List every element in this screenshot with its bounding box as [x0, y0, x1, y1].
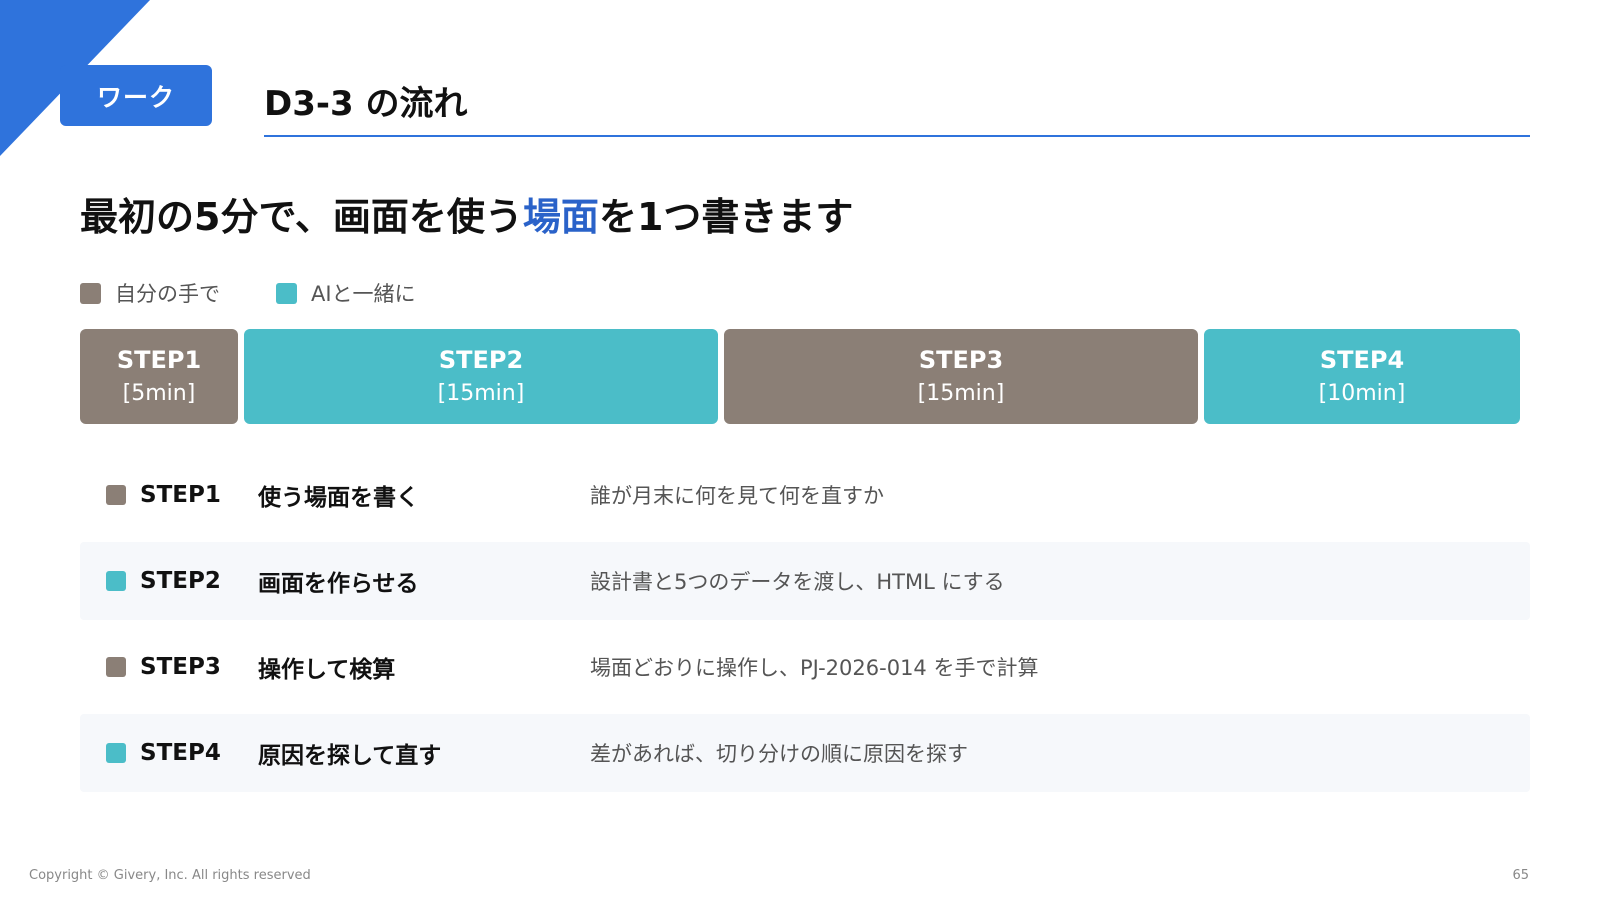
- step-id: STEP1: [140, 482, 221, 508]
- step-id: STEP2: [140, 568, 221, 594]
- step-description: 誰が月末に何を見て何を直すか: [590, 484, 884, 508]
- timeline-segment-duration: [15min]: [917, 380, 1005, 406]
- step-description: 場面どおりに操作し、PJ-2026-014 を手で計算: [590, 656, 1039, 680]
- timeline-segment-duration: [10min]: [1318, 380, 1406, 406]
- step-id: STEP4: [140, 740, 221, 766]
- step-row-2: STEP2 画面を作らせる 設計書と5つのデータを渡し、HTML にする: [80, 542, 1530, 620]
- legend-swatch-ai: [276, 282, 297, 304]
- timeline-segment-label: STEP3: [918, 345, 1004, 374]
- timeline-segment-duration: [15min]: [437, 380, 525, 406]
- step-swatch-self: [106, 485, 126, 505]
- timeline-segment-label: STEP1: [116, 345, 202, 374]
- page-title: D3-3 の流れ: [264, 84, 468, 124]
- legend-label-self: 自分の手で: [115, 282, 220, 306]
- headline-text-end: を1つ書きます: [598, 195, 854, 239]
- step-swatch-ai: [106, 571, 126, 591]
- title-underline: [264, 135, 1530, 137]
- timeline-segment-step2: STEP2 [15min]: [244, 329, 718, 424]
- headline-highlight: 場面: [522, 195, 599, 239]
- step-row-3: STEP3 操作して検算 場面どおりに操作し、PJ-2026-014 を手で計算: [80, 628, 1530, 706]
- step-title: 原因を探して直す: [258, 743, 442, 769]
- legend-item-self: 自分の手で: [80, 278, 220, 308]
- step-row-1: STEP1 使う場面を書く 誰が月末に何を見て何を直すか: [80, 456, 1530, 534]
- step-swatch-ai: [106, 743, 126, 763]
- legend-swatch-self: [80, 282, 101, 304]
- legend: 自分の手で AIと一緒に: [80, 278, 472, 308]
- headline-text: 最初の5分で、画面を使う: [80, 195, 523, 239]
- step-title: 操作して検算: [258, 657, 396, 683]
- legend-item-ai: AIと一緒に: [276, 278, 416, 308]
- step-swatch-self: [106, 657, 126, 677]
- timeline-segment-label: STEP2: [438, 345, 524, 374]
- timeline-segment-step1: STEP1 [5min]: [80, 329, 238, 424]
- step-id: STEP3: [140, 654, 221, 680]
- step-row-4: STEP4 原因を探して直す 差があれば、切り分けの順に原因を探す: [80, 714, 1530, 792]
- page-number: 65: [1512, 868, 1529, 883]
- step-title: 画面を作らせる: [258, 571, 419, 597]
- timeline-segment-label: STEP4: [1319, 345, 1405, 374]
- step-timeline: STEP1 [5min] STEP2 [15min] STEP3 [15min] STEP4…: [80, 329, 1520, 424]
- step-description: 差があれば、切り分けの順に原因を探す: [590, 742, 968, 766]
- legend-label-ai: AIと一緒に: [311, 282, 416, 306]
- headline: 最初の5分で、画面を使う場面を1つ書きます: [80, 186, 853, 241]
- step-title: 使う場面を書く: [258, 485, 419, 511]
- step-description: 設計書と5つのデータを渡し、HTML にする: [590, 570, 1005, 594]
- footer-copyright: Copyright © Givery, Inc. All rights rese…: [29, 868, 311, 883]
- timeline-segment-step3: STEP3 [15min]: [724, 329, 1198, 424]
- timeline-segment-step4: STEP4 [10min]: [1204, 329, 1520, 424]
- section-badge: ワーク: [60, 65, 212, 126]
- timeline-segment-duration: [5min]: [122, 380, 196, 406]
- step-list: STEP1 使う場面を書く 誰が月末に何を見て何を直すか STEP2 画面を作ら…: [80, 456, 1530, 800]
